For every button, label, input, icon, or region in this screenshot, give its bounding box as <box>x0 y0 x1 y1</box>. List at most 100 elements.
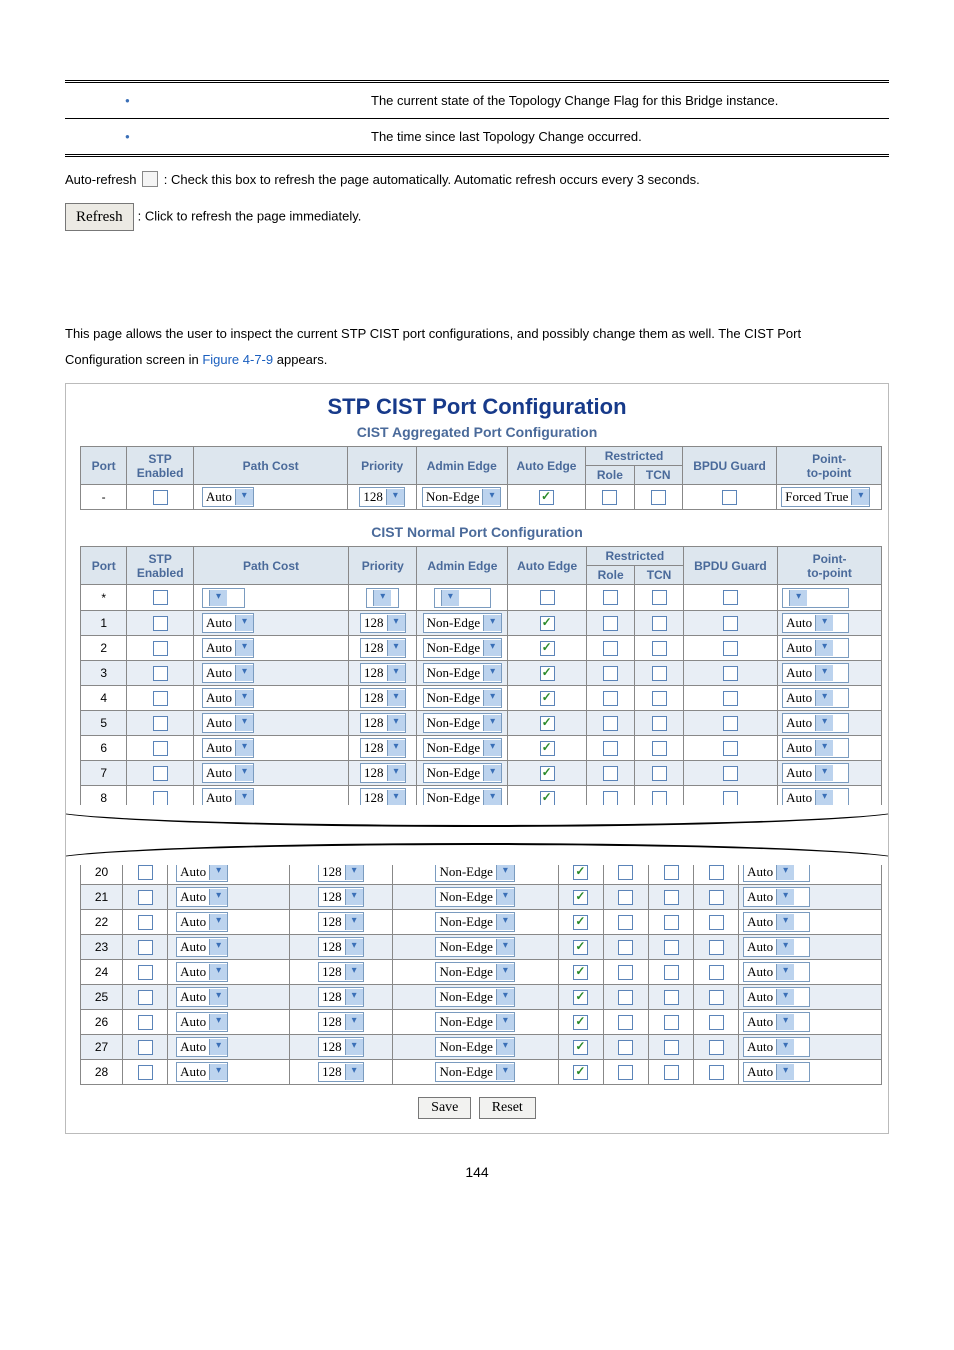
checkbox[interactable] <box>153 641 168 656</box>
checkbox[interactable] <box>540 616 555 631</box>
checkbox[interactable] <box>573 1040 588 1055</box>
checkbox[interactable] <box>709 915 724 930</box>
checkbox[interactable] <box>618 865 633 880</box>
checkbox[interactable] <box>540 741 555 756</box>
checkbox[interactable] <box>652 590 667 605</box>
checkbox[interactable] <box>664 915 679 930</box>
checkbox[interactable] <box>709 1065 724 1080</box>
checkbox[interactable] <box>603 616 618 631</box>
checkbox[interactable] <box>603 741 618 756</box>
checkbox[interactable] <box>573 865 588 880</box>
checkbox[interactable] <box>138 940 153 955</box>
auto-refresh-checkbox[interactable] <box>142 171 158 187</box>
select-dropdown[interactable]: Auto▾ <box>782 713 849 733</box>
select-dropdown[interactable]: Auto▾ <box>782 688 849 708</box>
select-dropdown[interactable]: Auto▾ <box>202 638 254 658</box>
checkbox[interactable] <box>664 890 679 905</box>
checkbox[interactable] <box>618 1065 633 1080</box>
checkbox[interactable] <box>664 940 679 955</box>
select-dropdown[interactable]: Non-Edge▾ <box>435 887 514 907</box>
select-dropdown[interactable]: Non-Edge▾ <box>435 987 514 1007</box>
refresh-button[interactable]: Refresh <box>65 203 134 231</box>
select-dropdown[interactable]: Non-Edge▾ <box>423 763 502 783</box>
checkbox[interactable] <box>652 691 667 706</box>
checkbox[interactable] <box>723 766 738 781</box>
checkbox[interactable] <box>602 490 617 505</box>
checkbox[interactable] <box>138 990 153 1005</box>
checkbox[interactable] <box>539 490 554 505</box>
checkbox[interactable] <box>573 990 588 1005</box>
checkbox[interactable] <box>709 965 724 980</box>
checkbox[interactable] <box>573 1015 588 1030</box>
select-dropdown[interactable]: Auto▾ <box>743 912 810 932</box>
select-dropdown[interactable]: 128▾ <box>360 638 406 658</box>
select-dropdown[interactable]: Auto▾ <box>782 638 849 658</box>
select-dropdown[interactable]: Auto▾ <box>202 688 254 708</box>
select-dropdown[interactable]: ▾ <box>434 588 491 608</box>
select-dropdown[interactable]: 128▾ <box>318 987 364 1007</box>
checkbox[interactable] <box>573 890 588 905</box>
checkbox[interactable] <box>709 940 724 955</box>
select-dropdown[interactable]: 128▾ <box>360 738 406 758</box>
select-dropdown[interactable]: Auto▾ <box>176 962 228 982</box>
select-dropdown[interactable]: Auto▾ <box>202 663 254 683</box>
checkbox[interactable] <box>603 641 618 656</box>
checkbox[interactable] <box>709 1040 724 1055</box>
select-dropdown[interactable]: Auto▾ <box>743 1012 810 1032</box>
select-dropdown[interactable]: 128▾ <box>360 713 406 733</box>
select-dropdown[interactable]: Non-Edge▾ <box>435 862 514 882</box>
select-dropdown[interactable]: Auto▾ <box>743 862 810 882</box>
select-dropdown[interactable]: Non-Edge▾ <box>423 638 502 658</box>
checkbox[interactable] <box>540 766 555 781</box>
select-dropdown[interactable]: Auto▾ <box>202 487 254 507</box>
select-dropdown[interactable]: Auto▾ <box>176 1062 228 1082</box>
checkbox[interactable] <box>652 716 667 731</box>
checkbox[interactable] <box>603 716 618 731</box>
checkbox[interactable] <box>723 590 738 605</box>
select-dropdown[interactable]: Auto▾ <box>176 987 228 1007</box>
checkbox[interactable] <box>651 490 666 505</box>
select-dropdown[interactable]: 128▾ <box>360 663 406 683</box>
checkbox[interactable] <box>540 590 555 605</box>
checkbox[interactable] <box>664 865 679 880</box>
checkbox[interactable] <box>603 666 618 681</box>
select-dropdown[interactable]: Forced True▾ <box>781 487 870 507</box>
select-dropdown[interactable]: Auto▾ <box>176 1012 228 1032</box>
checkbox[interactable] <box>603 691 618 706</box>
figure-reference[interactable]: Figure 4-7-9 <box>202 352 273 367</box>
checkbox[interactable] <box>603 791 618 806</box>
select-dropdown[interactable]: Auto▾ <box>743 1037 810 1057</box>
select-dropdown[interactable]: 128▾ <box>318 962 364 982</box>
select-dropdown[interactable]: Non-Edge▾ <box>435 912 514 932</box>
checkbox[interactable] <box>138 1015 153 1030</box>
checkbox[interactable] <box>709 990 724 1005</box>
checkbox[interactable] <box>652 666 667 681</box>
select-dropdown[interactable]: 128▾ <box>360 763 406 783</box>
select-dropdown[interactable]: Non-Edge▾ <box>423 688 502 708</box>
select-dropdown[interactable]: Auto▾ <box>176 937 228 957</box>
select-dropdown[interactable]: ▾ <box>782 588 849 608</box>
checkbox[interactable] <box>709 865 724 880</box>
select-dropdown[interactable]: Auto▾ <box>176 862 228 882</box>
checkbox[interactable] <box>618 1040 633 1055</box>
select-dropdown[interactable]: Non-Edge▾ <box>423 663 502 683</box>
select-dropdown[interactable]: 128▾ <box>318 887 364 907</box>
reset-button[interactable]: Reset <box>479 1097 536 1119</box>
select-dropdown[interactable]: ▾ <box>366 588 399 608</box>
checkbox[interactable] <box>573 915 588 930</box>
checkbox[interactable] <box>664 1015 679 1030</box>
checkbox[interactable] <box>618 940 633 955</box>
select-dropdown[interactable]: Auto▾ <box>743 887 810 907</box>
select-dropdown[interactable]: 128▾ <box>359 487 405 507</box>
checkbox[interactable] <box>652 616 667 631</box>
select-dropdown[interactable]: Non-Edge▾ <box>435 1062 514 1082</box>
checkbox[interactable] <box>153 490 168 505</box>
select-dropdown[interactable]: Auto▾ <box>202 738 254 758</box>
select-dropdown[interactable]: 128▾ <box>318 912 364 932</box>
checkbox[interactable] <box>723 691 738 706</box>
checkbox[interactable] <box>540 666 555 681</box>
select-dropdown[interactable]: Auto▾ <box>743 1062 810 1082</box>
select-dropdown[interactable]: 128▾ <box>360 688 406 708</box>
checkbox[interactable] <box>664 990 679 1005</box>
select-dropdown[interactable]: 128▾ <box>318 1012 364 1032</box>
